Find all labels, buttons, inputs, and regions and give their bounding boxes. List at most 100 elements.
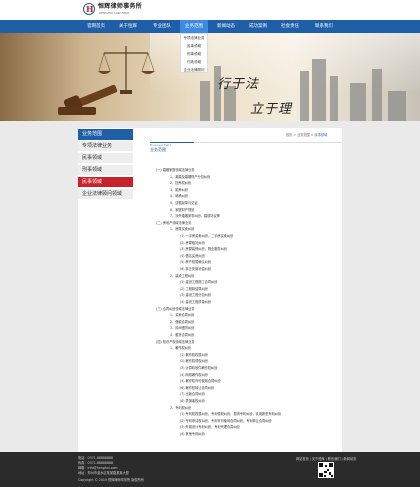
qr-module: [319, 473, 323, 477]
panel-title-cn: 业务范围: [150, 147, 166, 152]
nav-item-business[interactable]: 业务范围: [180, 20, 208, 33]
site-footer: [0, 452, 420, 487]
firm-subtitle: HENGHUI LAW FIRM: [99, 11, 129, 15]
body-line: (3) 房屋装修纠纷，物业服务纠纷: [180, 247, 227, 252]
sidebar-title: 业务范围: [78, 129, 133, 140]
breadcrumb-current: 民事领域: [314, 133, 328, 137]
nav-item-news[interactable]: 新闻动态: [212, 20, 240, 33]
body-line: (6) 拆迁安置补偿纠纷: [180, 267, 212, 271]
body-line: 3、赡养纠纷: [170, 187, 188, 192]
sidebar-item-enterprise[interactable]: 企业法律顾问领域: [78, 189, 133, 200]
nav-item-home[interactable]: 官网首页: [82, 20, 110, 33]
footer-email: 邮箱：info@henghui.com: [78, 466, 118, 470]
body-line: (3) 建设工程分包纠纷: [180, 293, 212, 298]
footer-links[interactable]: 网站首页 | 关于恒辉 | 联系我们 | 新闻动态: [296, 456, 356, 461]
breadcrumb-home[interactable]: 首页: [286, 133, 292, 137]
hero-banner: 行于法 立于理: [0, 33, 420, 121]
banner-building: [350, 83, 366, 121]
body-line: 2、抚养权纠纷: [170, 181, 192, 186]
main-nav: 官网首页 关于恒辉 专业团队 业务范围 新闻动态 成功案例 社会责任 联系我们: [0, 20, 420, 33]
dropdown-item[interactable]: 行政领域: [181, 58, 207, 66]
body-line: 1、买卖合同纠纷: [170, 313, 195, 318]
body-line: (1) 专利权权属纠纷，专利侵权纠纷，发明专利纠纷，实用新型专利纠纷: [180, 412, 282, 417]
dropdown-item[interactable]: 民事领域: [181, 42, 207, 50]
banner-building: [312, 59, 326, 121]
body-line: (8) 表演者权纠纷: [180, 399, 205, 403]
sidebar-item-special[interactable]: 专项法律业务: [78, 141, 133, 152]
qr-module: [327, 469, 329, 471]
body-line: 4、继承纠纷: [170, 194, 188, 199]
body-line: (7) 出版合同纠纷: [180, 392, 205, 397]
footer-address: 地址：郑州市金水区某某路某某大厦: [78, 471, 129, 475]
body-line: 4、租赁合同纠纷: [170, 333, 195, 337]
body-line: (4) 建设工程质量纠纷: [180, 300, 212, 304]
body-line: 2、借款合同纠纷: [170, 319, 195, 324]
sidebar-item-criminal[interactable]: 刑事领域: [78, 165, 133, 176]
banner-building: [200, 81, 210, 121]
logo-icon[interactable]: H: [83, 3, 95, 15]
dropdown-item[interactable]: 企业法律顾问: [181, 66, 207, 74]
body-line: 7、涉外婚姻家事纠纷，婚前协议等: [170, 214, 220, 219]
nav-item-about[interactable]: 关于恒辉: [112, 20, 144, 33]
nav-dropdown: 专项法律业务 民事领域 刑事领域 行政领域 企业法律顾问: [180, 33, 208, 73]
banner-building: [372, 69, 382, 121]
body-line: 1、离婚及婚姻财产分割纠纷: [170, 174, 211, 179]
body-line: 1、著作权纠纷: [170, 346, 192, 351]
body-line: 5、遗嘱起草与见证: [170, 201, 198, 205]
qr-module: [319, 463, 323, 467]
body-line: (2) 工程款结算纠纷: [180, 286, 208, 291]
banner-slogan-line1: 行于法: [217, 77, 260, 92]
breadcrumb: 首页 > 业务范围 > 民事领域: [286, 132, 327, 137]
body-line: 2、建设工程纠纷: [170, 273, 195, 278]
breadcrumb-separator: >: [310, 133, 314, 137]
section-heading: (一) 婚姻家庭领域法律业务: [156, 168, 195, 172]
banner-building: [388, 91, 406, 121]
section-heading: (四) 知识产权领域法律业务: [156, 339, 195, 344]
body-line: (1) 建设工程施工合同纠纷: [180, 280, 218, 285]
breadcrumb-section[interactable]: 业务范围: [297, 133, 310, 137]
body-line: 3、民间借贷纠纷: [170, 326, 195, 331]
site-header: H 恒辉律师事务所 HENGHUI LAW FIRM: [0, 0, 420, 20]
gavel-block: [58, 107, 96, 115]
dropdown-item[interactable]: 刑事领域: [181, 50, 207, 58]
footer-copyright: Copyright © 2019 恒辉律师事务所 版权所有: [78, 478, 144, 482]
body-line: (2) 专利申请权纠纷，专利许可使用合同纠纷，专利转让合同纠纷: [180, 418, 272, 423]
panel-divider: [194, 142, 342, 143]
qr-code-icon: [318, 462, 334, 478]
nav-item-contact[interactable]: 联系我们: [308, 20, 340, 33]
breadcrumb-separator: >: [293, 133, 297, 137]
section-heading: (三) 合同纠纷领域法律业务: [156, 306, 195, 311]
sidebar-item-civil[interactable]: 民事领域: [78, 153, 133, 164]
nav-item-team[interactable]: 专业团队: [146, 20, 178, 33]
qr-module: [331, 475, 333, 477]
dropdown-item[interactable]: 专项法律业务: [181, 34, 207, 42]
panel-heading: Business Field 业务范围: [150, 142, 194, 155]
nav-item-social[interactable]: 社会责任: [276, 20, 304, 33]
body-line: (6) 著作权转让合同纠纷: [180, 385, 215, 390]
body-line: 1、房屋买卖纠纷: [170, 227, 195, 232]
body-line: (5) 著作权许可使用合同纠纷: [180, 379, 221, 384]
body-line: (3) 计算机软件著作权纠纷: [180, 366, 218, 370]
qr-module: [324, 471, 327, 473]
banner-slogan-line2: 立于理: [250, 102, 293, 117]
body-line: (2) 房屋租赁纠纷: [180, 240, 205, 245]
body-line: (4) 借名买房纠纷: [180, 253, 205, 258]
qr-module: [329, 463, 333, 467]
body-line: (1) 著作权权属纠纷: [180, 352, 208, 357]
body-line: (4) 其他专利纠纷: [180, 432, 205, 436]
footer-fax: 传真：0371-88888888: [78, 461, 114, 465]
sidebar-item-civil-active[interactable]: 民事领域: [78, 177, 133, 188]
body-line: (3) 外观设计专利纠纷，专利代理合同纠纷: [180, 425, 240, 430]
qr-module: [325, 465, 327, 467]
qr-module: [324, 475, 326, 477]
banner-building: [300, 71, 309, 121]
footer-phone: 电话：0371-88888888: [78, 456, 114, 460]
firm-name[interactable]: 恒辉律师事务所: [98, 3, 142, 10]
banner-building: [330, 76, 338, 121]
body-line: (4) 网络著作权纠纷: [180, 372, 208, 377]
logo-letter: H: [86, 4, 94, 14]
nav-item-cases[interactable]: 成功案例: [244, 20, 272, 33]
section-heading: (二) 房地产领域法律业务: [156, 220, 192, 225]
body-line: (5) 房产权属确认纠纷: [180, 260, 212, 265]
body-line: (2) 著作权侵权纠纷: [180, 359, 208, 364]
